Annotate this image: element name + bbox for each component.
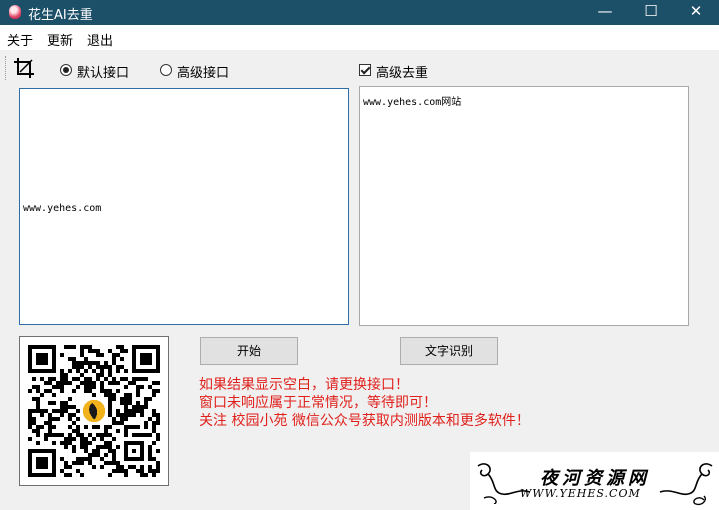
advanced-dedup-label[interactable]: 高级去重 [376, 62, 428, 81]
menu-exit[interactable]: 退出 [87, 30, 113, 49]
message-line-2: 窗口未响应属于正常情况，等待即可！ [199, 395, 437, 411]
output-textarea[interactable]: www.yehes.com网站 [359, 86, 689, 326]
watermark-banner: 夜河资源网 WWW.YEHES.COM [470, 452, 719, 510]
minimize-button[interactable]: — [582, 0, 628, 25]
app-peanut-icon [9, 5, 21, 19]
close-button[interactable]: ✕ [673, 0, 719, 25]
menu-bar: 关于 更新 退出 [0, 25, 719, 50]
window-title: 花生AI去重 [28, 8, 93, 23]
toolbar-grip [5, 56, 7, 80]
input-text: www.yehes.com [23, 203, 102, 214]
output-text: www.yehes.com网站 [363, 97, 462, 108]
maximize-button[interactable]: ☐ [628, 0, 674, 25]
message-line-1: 如果结果显示空白，请更换接口！ [199, 377, 409, 393]
qr-code-image [28, 345, 160, 477]
title-bar[interactable]: 花生AI去重 — ☐ ✕ [0, 0, 719, 25]
qr-code [19, 336, 169, 486]
menu-about-label: 关于 [7, 34, 34, 49]
crop-icon[interactable] [12, 56, 36, 80]
default-api-radio[interactable] [60, 64, 72, 76]
ornament-right-icon [659, 463, 713, 506]
menu-about[interactable]: 关于 [7, 30, 33, 49]
menu-update[interactable]: 更新 [47, 30, 73, 49]
advanced-api-label[interactable]: 高级接口 [177, 62, 229, 81]
input-textarea[interactable]: www.yehes.com [19, 88, 349, 325]
default-api-label[interactable]: 默认接口 [77, 62, 129, 81]
menu-update-label: 更新 [47, 34, 74, 49]
advanced-api-radio[interactable] [160, 64, 172, 76]
start-button[interactable]: 开始 [200, 337, 298, 365]
advanced-dedup-checkbox[interactable] [359, 64, 371, 76]
watermark-url: WWW.YEHES.COM [520, 487, 641, 500]
menu-exit-label: 退出 [87, 34, 114, 49]
message-line-3: 关注 校园小苑 微信公众号获取内测版本和更多软件！ [199, 413, 530, 429]
ocr-button[interactable]: 文字识别 [400, 337, 498, 365]
